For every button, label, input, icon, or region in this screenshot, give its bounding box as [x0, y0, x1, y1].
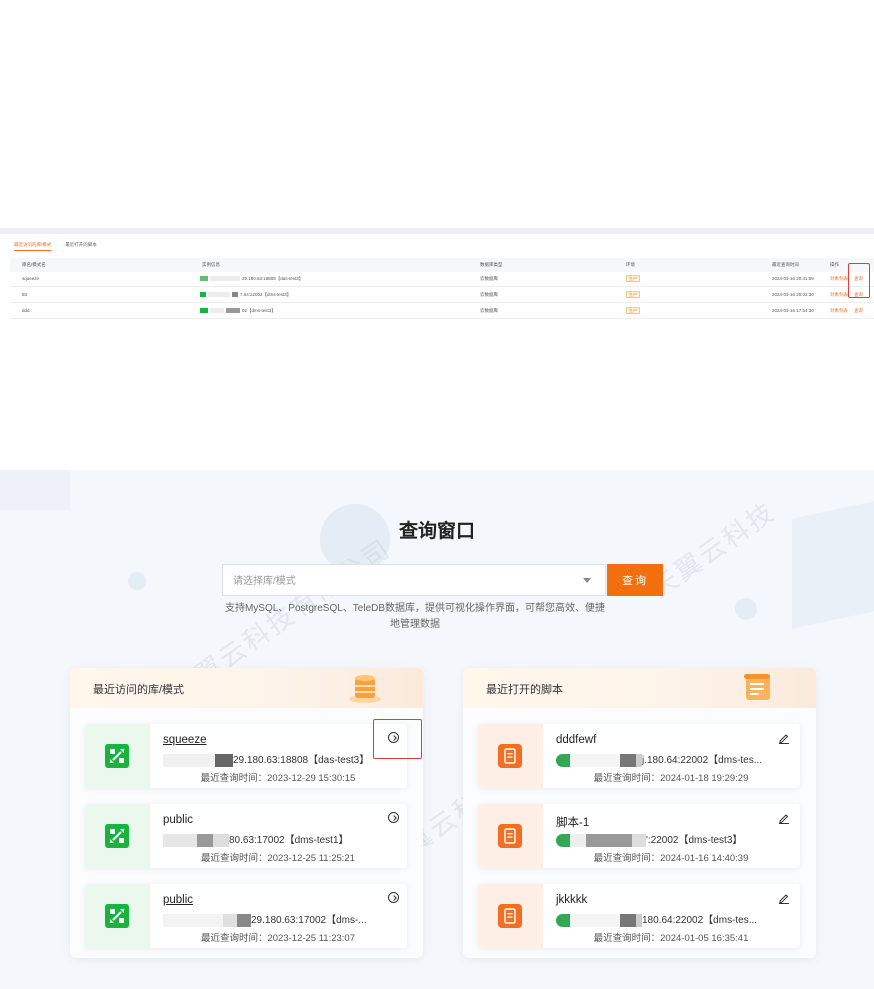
bg-shape: [0, 470, 70, 510]
query-button[interactable]: 查询: [607, 564, 663, 596]
row-time: 2024-01-16 17:54:30: [772, 308, 814, 313]
script-name: dddfewf: [556, 734, 597, 746]
row-env: 生产: [626, 275, 640, 282]
table-tabs: 最近访问的库/模式 最近打开的脚本: [14, 242, 97, 251]
row-name: tttt: [22, 292, 28, 297]
row-name: ddd: [22, 308, 30, 313]
col-time: 最近查询时间: [772, 262, 799, 267]
recent-script-card[interactable]: 脚本-1 ':22002【dms-test3】 最近查询时间：2024-01-1…: [478, 804, 800, 868]
recent-db-card[interactable]: squeeze 29.180.63:18808【das-test3】 最近查询时…: [85, 724, 407, 788]
panel-title: 最近访问的库/模式: [93, 684, 185, 696]
scroll-illustration-icon: [744, 674, 770, 700]
env-badge: 生产: [626, 291, 640, 298]
script-name: 脚本-1: [556, 817, 590, 829]
row-db-type: 云数据库: [480, 308, 498, 313]
row-ops: 对象列表 查询: [830, 308, 863, 314]
row-instance: 7.64:22002【dms-test3】: [200, 292, 291, 298]
panel-header: 最近打开的脚本: [463, 668, 816, 708]
query-window-page: 天翼云科技有限公司 天翼云科技 天翼云科技有限公司 查询窗口 查询 支持MySQ…: [0, 470, 874, 989]
db-name: public: [163, 814, 194, 826]
tab-recent-scripts[interactable]: 最近打开的脚本: [65, 242, 97, 251]
recent-db-panel: 最近访问的库/模式 squeeze 29.180.63:18808【das-te…: [70, 668, 423, 958]
row-db-type: 云数据库: [480, 292, 498, 297]
arrow-circle-icon[interactable]: [388, 812, 399, 823]
recent-table-panel: 最近访问的库/模式 最近打开的脚本 库名/模式名 实例信息 数据库类型 环境 最…: [0, 228, 874, 322]
last-query-time: 最近查询时间：2024-01-05 16:35:41: [593, 933, 749, 944]
row-time: 2024-01-16 20:41:59: [772, 276, 814, 281]
database-icon: [105, 824, 129, 848]
last-query-time: 最近查询时间：2023-12-29 15:30:15: [200, 773, 356, 784]
database-icon: [105, 744, 129, 768]
edit-pencil-icon[interactable]: [778, 732, 790, 744]
table-row: tttt 7.64:22002【dms-test3】 云数据库 生产 2024-…: [10, 288, 874, 303]
row-instance: 29.180.63:18808【das-test3】: [200, 276, 303, 282]
chevron-down-icon[interactable]: [583, 578, 591, 583]
last-query-time: 最近查询时间：2024-01-18 19:29:29: [593, 773, 749, 784]
row-env: 生产: [626, 291, 640, 298]
recent-scripts-panel: 最近打开的脚本 dddfewf j.180.64:22002【dms-tes..…: [463, 668, 816, 958]
env-badge: 生产: [626, 275, 640, 282]
object-list-link[interactable]: 对象列表: [830, 308, 848, 313]
col-instance: 实例信息: [202, 262, 220, 267]
script-connection: j.180.64:22002【dms-tes...: [556, 751, 762, 767]
row-env: 生产: [626, 307, 640, 314]
recent-db-card[interactable]: public 80.63:17002【dms-test1】 最近查询时间：202…: [85, 804, 407, 868]
query-link[interactable]: 查询: [854, 308, 863, 313]
database-icon: [105, 904, 129, 928]
table-row: ddd 02【dms-test3】 云数据库 生产 2024-01-16 17:…: [10, 304, 874, 319]
arrow-circle-icon[interactable]: [388, 892, 399, 903]
bg-circle: [735, 598, 757, 620]
script-name: jkkkkk: [556, 894, 588, 906]
database-stack-illustration-icon: [349, 675, 381, 703]
watermark: 天翼云科技: [645, 495, 782, 604]
env-badge: 生产: [626, 307, 640, 314]
recent-script-card[interactable]: dddfewf j.180.64:22002【dms-tes... 最近查询时间…: [478, 724, 800, 788]
db-connection: 29.180.63:18808【das-test3】: [163, 751, 369, 767]
recent-db-card[interactable]: public 29.180.63:17002【dms-... 最近查询时间：20…: [85, 884, 407, 948]
edit-pencil-icon[interactable]: [778, 812, 790, 824]
table-row: squeeze 29.180.63:18808【das-test3】 云数据库 …: [10, 272, 874, 287]
last-query-time: 最近查询时间：2023-12-25 11:23:07: [200, 933, 355, 944]
page-title: 查询窗口: [398, 521, 475, 542]
col-db-type: 数据库类型: [480, 262, 503, 267]
row-time: 2024-01-16 20:02:30: [772, 292, 814, 297]
page-description: 支持MySQL、PostgreSQL、TeleDB数据库，提供可视化操作界面，可…: [224, 603, 606, 630]
object-list-link[interactable]: 对象列表: [830, 276, 848, 281]
panel-header: 最近访问的库/模式: [70, 668, 423, 708]
recent-script-card[interactable]: jkkkkk 180.64:22002【dms-tes... 最近查询时间：20…: [478, 884, 800, 948]
script-file-icon: [498, 824, 522, 848]
last-query-time: 最近查询时间：2023-12-25 11:25:21: [200, 853, 355, 864]
db-select-input[interactable]: [223, 565, 575, 597]
db-connection: 80.63:17002【dms-test1】: [163, 831, 349, 847]
row-name: squeeze: [22, 276, 40, 281]
tab-recent-db[interactable]: 最近访问的库/模式: [14, 242, 52, 251]
col-name: 库名/模式名: [22, 262, 46, 267]
script-connection: 180.64:22002【dms-tes...: [556, 911, 757, 927]
db-select[interactable]: [222, 564, 606, 597]
db-name: squeeze: [163, 734, 207, 746]
table-header: 库名/模式名 实例信息 数据库类型 环境 最近查询时间 操作: [10, 258, 874, 272]
row-instance: 02【dms-test3】: [200, 308, 276, 314]
script-file-icon: [498, 904, 522, 928]
highlight-box-query-links: [848, 263, 870, 298]
last-query-time: 最近查询时间：2024-01-16 14:40:39: [593, 853, 749, 864]
col-op: 操作: [830, 262, 839, 267]
col-env: 环境: [626, 262, 635, 267]
db-connection: 29.180.63:17002【dms-...: [163, 911, 367, 927]
db-name: public: [163, 894, 194, 906]
object-list-link[interactable]: 对象列表: [830, 292, 848, 297]
edit-pencil-icon[interactable]: [778, 892, 790, 904]
script-connection: ':22002【dms-test3】: [556, 831, 742, 847]
script-file-icon: [498, 744, 522, 768]
panel-title: 最近打开的脚本: [486, 684, 563, 696]
highlight-box-open-button: [373, 719, 422, 759]
bg-circle: [128, 572, 146, 590]
row-db-type: 云数据库: [480, 276, 498, 281]
